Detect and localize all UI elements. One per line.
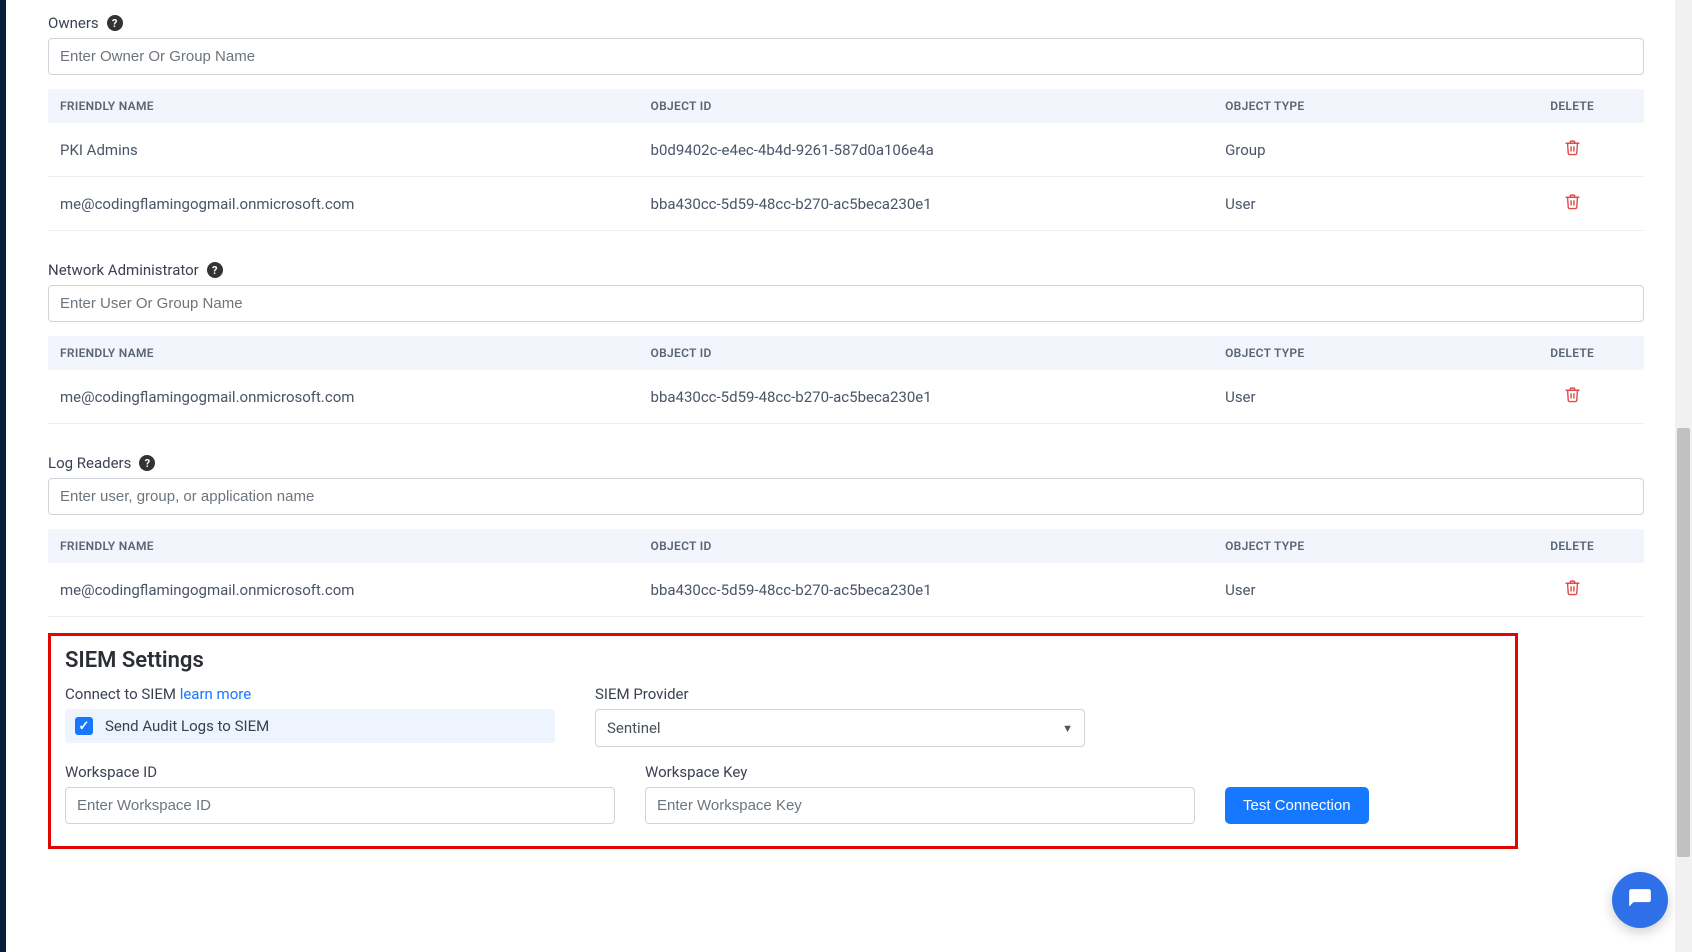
logreaders-label: Log Readers (48, 454, 131, 472)
siem-settings-panel: SIEM Settings Connect to SIEM learn more… (48, 633, 1518, 849)
send-audit-logs-checkbox[interactable] (75, 717, 93, 735)
th-object-type: OBJECT TYPE (1213, 336, 1500, 370)
cell-friendly-name: me@codingflamingogmail.onmicrosoft.com (48, 563, 639, 617)
cell-object-type: Group (1213, 123, 1500, 177)
table-row: me@codingflamingogmail.onmicrosoft.com b… (48, 177, 1644, 231)
owners-label-row: Owners ? (48, 14, 1644, 32)
scrollbar-thumb[interactable] (1677, 428, 1690, 856)
trash-icon[interactable] (1564, 579, 1581, 596)
help-icon[interactable]: ? (139, 455, 155, 471)
learn-more-link[interactable]: learn more (180, 685, 251, 703)
chat-fab[interactable] (1612, 872, 1668, 928)
left-accent-strip (0, 0, 6, 952)
netadmin-label: Network Administrator (48, 261, 199, 279)
cell-object-id: bba430cc-5d59-48cc-b270-ac5beca230e1 (639, 370, 1214, 424)
connect-to-siem-label: Connect to SIEM learn more (65, 685, 565, 703)
logreaders-label-row: Log Readers ? (48, 454, 1644, 472)
owners-label: Owners (48, 14, 99, 32)
th-delete: DELETE (1500, 529, 1644, 563)
th-object-id: OBJECT ID (639, 89, 1214, 123)
siem-heading: SIEM Settings (65, 648, 1501, 673)
siem-provider-label: SIEM Provider (595, 685, 1095, 703)
chevron-down-icon: ▼ (1062, 722, 1073, 735)
th-object-id: OBJECT ID (639, 529, 1214, 563)
logreaders-input[interactable] (48, 478, 1644, 515)
owners-table: FRIENDLY NAME OBJECT ID OBJECT TYPE DELE… (48, 89, 1644, 231)
cell-friendly-name: me@codingflamingogmail.onmicrosoft.com (48, 177, 639, 231)
netadmin-input[interactable] (48, 285, 1644, 322)
cell-object-id: bba430cc-5d59-48cc-b270-ac5beca230e1 (639, 177, 1214, 231)
th-friendly-name: FRIENDLY NAME (48, 529, 639, 563)
table-row: me@codingflamingogmail.onmicrosoft.com b… (48, 370, 1644, 424)
cell-friendly-name: PKI Admins (48, 123, 639, 177)
table-row: PKI Admins b0d9402c-e4ec-4b4d-9261-587d0… (48, 123, 1644, 177)
cell-object-type: User (1213, 370, 1500, 424)
workspace-id-label: Workspace ID (65, 763, 615, 781)
th-object-id: OBJECT ID (639, 336, 1214, 370)
th-delete: DELETE (1500, 336, 1644, 370)
table-row: me@codingflamingogmail.onmicrosoft.com b… (48, 563, 1644, 617)
logreaders-table: FRIENDLY NAME OBJECT ID OBJECT TYPE DELE… (48, 529, 1644, 617)
trash-icon[interactable] (1564, 193, 1581, 210)
test-connection-button[interactable]: Test Connection (1225, 787, 1369, 824)
workspace-key-label: Workspace Key (645, 763, 1195, 781)
th-friendly-name: FRIENDLY NAME (48, 336, 639, 370)
th-friendly-name: FRIENDLY NAME (48, 89, 639, 123)
th-object-type: OBJECT TYPE (1213, 89, 1500, 123)
netadmin-table: FRIENDLY NAME OBJECT ID OBJECT TYPE DELE… (48, 336, 1644, 424)
help-icon[interactable]: ? (107, 15, 123, 31)
workspace-id-input[interactable] (65, 787, 615, 824)
cell-object-id: bba430cc-5d59-48cc-b270-ac5beca230e1 (639, 563, 1214, 617)
trash-icon[interactable] (1564, 139, 1581, 156)
netadmin-label-row: Network Administrator ? (48, 261, 1644, 279)
scrollbar-track[interactable] (1675, 0, 1692, 952)
cell-object-id: b0d9402c-e4ec-4b4d-9261-587d0a106e4a (639, 123, 1214, 177)
cell-object-type: User (1213, 177, 1500, 231)
trash-icon[interactable] (1564, 386, 1581, 403)
send-audit-logs-row[interactable]: Send Audit Logs to SIEM (65, 709, 555, 743)
siem-provider-value: Sentinel (607, 719, 661, 737)
th-object-type: OBJECT TYPE (1213, 529, 1500, 563)
cell-friendly-name: me@codingflamingogmail.onmicrosoft.com (48, 370, 639, 424)
help-icon[interactable]: ? (207, 262, 223, 278)
cell-object-type: User (1213, 563, 1500, 617)
workspace-key-input[interactable] (645, 787, 1195, 824)
owners-input[interactable] (48, 38, 1644, 75)
siem-provider-select[interactable]: Sentinel ▼ (595, 709, 1085, 747)
th-delete: DELETE (1500, 89, 1644, 123)
send-audit-logs-label: Send Audit Logs to SIEM (105, 717, 269, 735)
